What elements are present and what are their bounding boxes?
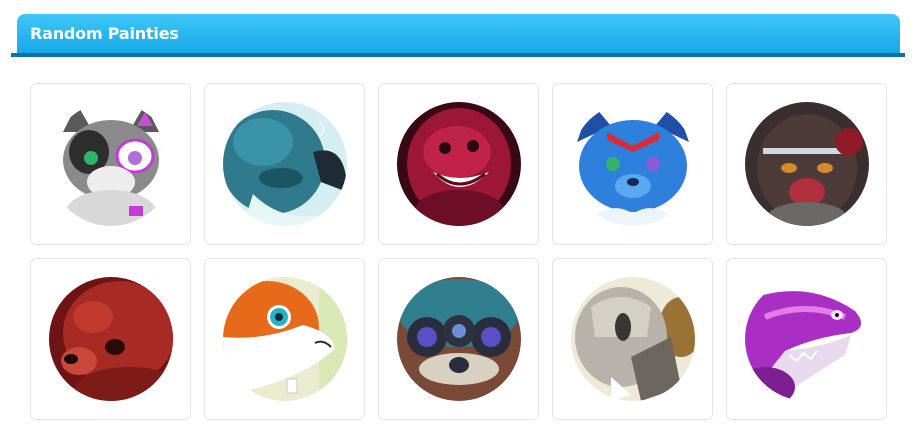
paintie-card[interactable] — [552, 83, 713, 245]
dark-creature-avatar-icon[interactable] — [744, 102, 869, 226]
paintie-card[interactable] — [726, 83, 887, 245]
blue-wolf-avatar-icon[interactable] — [570, 102, 695, 226]
paintie-card[interactable] — [204, 258, 365, 420]
purple-shark-avatar-icon[interactable] — [744, 277, 869, 401]
section-title: Random Painties — [30, 24, 179, 43]
paintie-card[interactable] — [378, 83, 539, 245]
red-creature-avatar-icon[interactable] — [396, 102, 521, 226]
teal-dragon-avatar-icon[interactable] — [222, 102, 347, 226]
cat-avatar-icon[interactable] — [48, 102, 173, 226]
paintie-card[interactable] — [204, 83, 365, 245]
paintie-card[interactable] — [30, 83, 191, 245]
spider-avatar-icon[interactable] — [396, 277, 521, 401]
paintie-card[interactable] — [378, 258, 539, 420]
paintie-card[interactable] — [30, 258, 191, 420]
painties-grid — [30, 83, 887, 420]
red-bear-avatar-icon[interactable] — [48, 277, 173, 401]
paintie-card[interactable] — [726, 258, 887, 420]
header-underline — [11, 53, 905, 57]
armored-creature-avatar-icon[interactable] — [570, 277, 695, 401]
fox-avatar-icon[interactable] — [222, 277, 347, 401]
paintie-card[interactable] — [552, 258, 713, 420]
section-header: Random Painties — [17, 14, 900, 54]
